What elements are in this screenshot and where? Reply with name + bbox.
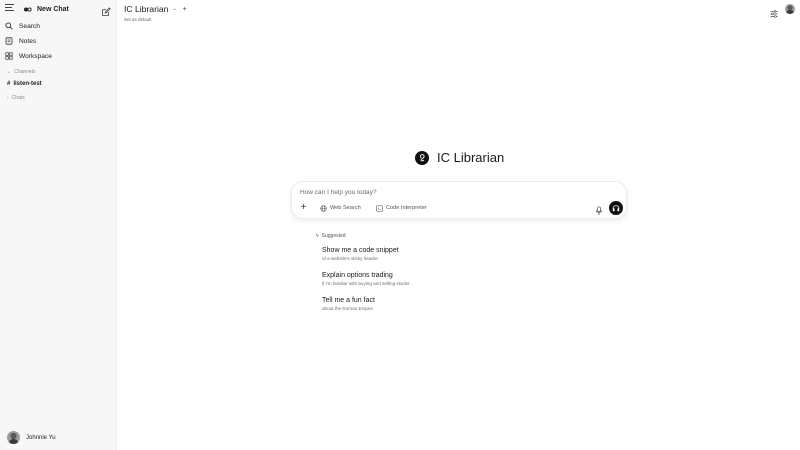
microphone-icon bbox=[595, 206, 603, 215]
code-interpreter-label: Code Interpreter bbox=[386, 205, 427, 211]
chevron-down-icon: ⌄ bbox=[7, 69, 12, 75]
headphones-icon bbox=[612, 205, 620, 212]
channel-name: listen-test bbox=[13, 81, 42, 87]
chat-composer: + Web Search Code Interpreter bbox=[291, 181, 627, 219]
search-icon bbox=[5, 22, 13, 30]
add-model-icon[interactable]: + bbox=[183, 6, 187, 13]
chats-label: Chats bbox=[11, 95, 25, 101]
attach-button[interactable]: + bbox=[299, 203, 308, 213]
code-interpreter-button[interactable]: Code Interpreter bbox=[376, 203, 427, 213]
suggestion-item[interactable]: Show me a code snippet of a website's st… bbox=[322, 246, 542, 262]
suggestion-subtitle: about the Roman Empire bbox=[322, 306, 374, 311]
brand-logo-icon bbox=[23, 5, 32, 14]
model-name: IC Librarian bbox=[124, 4, 169, 14]
chevron-down-icon[interactable]: ⌄ bbox=[172, 6, 176, 12]
edit-icon bbox=[102, 7, 111, 16]
sidebar-item-notes[interactable]: Notes bbox=[5, 35, 110, 47]
avatar bbox=[7, 431, 20, 444]
sidebar-item-workspace[interactable]: Workspace bbox=[5, 50, 110, 62]
new-chat-label: New Chat bbox=[37, 5, 69, 13]
set-default-link[interactable]: Set as default bbox=[124, 17, 152, 22]
web-search-label: Web Search bbox=[330, 205, 361, 211]
channel-item[interactable]: # listen-test bbox=[7, 79, 42, 89]
model-hero: IC Librarian bbox=[415, 150, 504, 165]
sidebar-item-label: Search bbox=[19, 22, 40, 30]
chats-section-toggle[interactable]: › Chats bbox=[7, 94, 25, 102]
suggested-label: Suggested bbox=[321, 233, 346, 239]
voice-mode-button[interactable] bbox=[609, 201, 623, 215]
suggestion-subtitle: if I'm familiar with buying and selling … bbox=[322, 281, 410, 286]
sidebar-item-search[interactable]: Search bbox=[5, 20, 110, 32]
channels-section-toggle[interactable]: ⌄ Channels bbox=[7, 68, 35, 76]
sidebar-item-label: Notes bbox=[19, 37, 37, 45]
model-selector[interactable]: IC Librarian ⌄ + bbox=[124, 4, 187, 14]
user-name: Johnnie Yu bbox=[26, 434, 56, 441]
chevron-right-icon: › bbox=[7, 95, 9, 101]
hash-icon: # bbox=[7, 81, 11, 87]
sidebar-item-label: Workspace bbox=[19, 52, 52, 60]
code-icon bbox=[376, 204, 383, 212]
new-chat-button[interactable] bbox=[101, 4, 111, 16]
channels-label: Channels bbox=[14, 69, 36, 75]
suggestion-title: Show me a code snippet bbox=[322, 247, 399, 254]
controls-button[interactable] bbox=[770, 5, 778, 18]
new-chat-link[interactable]: New Chat bbox=[23, 3, 69, 15]
suggestion-title: Explain options trading bbox=[322, 272, 393, 279]
suggestion-subtitle: of a website's sticky header bbox=[322, 256, 379, 261]
globe-icon bbox=[320, 204, 327, 212]
web-search-button[interactable]: Web Search bbox=[320, 203, 361, 213]
header-avatar[interactable] bbox=[785, 4, 795, 14]
message-input[interactable] bbox=[300, 187, 600, 197]
voice-input-button[interactable] bbox=[595, 203, 603, 215]
suggestion-item[interactable]: Tell me a fun fact about the Roman Empir… bbox=[322, 296, 542, 312]
menu-icon[interactable] bbox=[5, 3, 14, 12]
user-menu[interactable]: Johnnie Yu bbox=[7, 431, 56, 444]
notes-icon bbox=[5, 37, 13, 45]
suggestion-title: Tell me a fun fact bbox=[322, 297, 375, 304]
model-logo-icon bbox=[415, 150, 429, 165]
suggestion-item[interactable]: Explain options trading if I'm familiar … bbox=[322, 271, 542, 287]
sliders-icon bbox=[770, 10, 778, 18]
workspace-icon bbox=[5, 52, 13, 60]
suggested-header: ϟ Suggested bbox=[316, 233, 346, 239]
page-title: IC Librarian bbox=[437, 150, 505, 165]
lightning-icon: ϟ bbox=[316, 233, 319, 239]
sidebar: New Chat Search Notes Workspace ⌄ Channe… bbox=[0, 0, 117, 450]
